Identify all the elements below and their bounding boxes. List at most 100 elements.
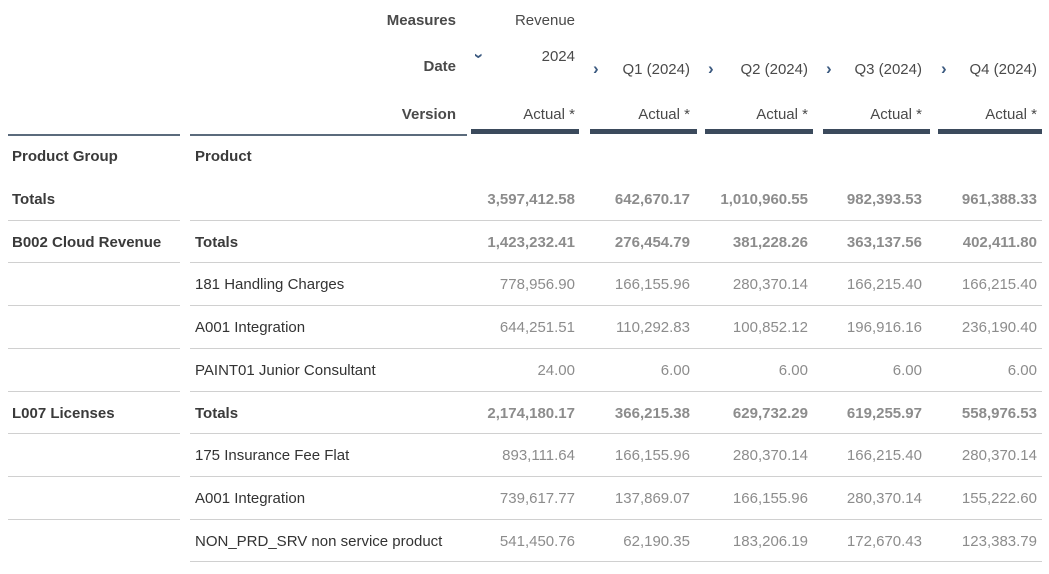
product-cell[interactable]: PAINT01 Junior Consultant	[195, 362, 376, 379]
product-group-cell[interactable]: B002 Cloud Revenue	[12, 234, 161, 251]
divider	[8, 219, 180, 221]
column-header-bar	[823, 129, 930, 134]
product-cell[interactable]: 175 Insurance Fee Flat	[195, 447, 349, 464]
product-group-cell[interactable]: Totals	[12, 191, 55, 208]
value-cell[interactable]: 166,155.96	[705, 490, 808, 507]
product-cell[interactable]: Totals	[195, 234, 238, 251]
divider	[8, 262, 180, 264]
value-cell[interactable]: 3,597,412.58	[470, 191, 575, 208]
value-cell[interactable]: 6.00	[590, 362, 690, 379]
value-cell[interactable]: 100,852.12	[705, 319, 808, 336]
value-cell[interactable]: 62,190.35	[590, 533, 690, 550]
value-cell[interactable]: 24.00	[470, 362, 575, 379]
value-cell[interactable]: 183,206.19	[705, 533, 808, 550]
product-group-header[interactable]: Product Group	[12, 148, 118, 165]
value-cell[interactable]: 280,370.14	[705, 447, 808, 464]
date-label: Date	[423, 58, 456, 75]
quarter-header[interactable]: Q2 (2024)	[722, 61, 808, 78]
quarter-header[interactable]: Q4 (2024)	[953, 61, 1037, 78]
divider	[190, 433, 1042, 435]
chevron-down-icon[interactable]: ›	[469, 53, 489, 59]
value-cell[interactable]: 366,215.38	[590, 405, 690, 422]
value-cell[interactable]: 381,228.26	[705, 234, 808, 251]
divider	[190, 219, 1042, 221]
product-cell[interactable]: 181 Handling Charges	[195, 276, 344, 293]
column-header-bar	[590, 129, 697, 134]
value-cell[interactable]: 642,670.17	[590, 191, 690, 208]
value-cell[interactable]: 166,155.96	[590, 447, 690, 464]
column-header-bar	[471, 129, 579, 134]
value-cell[interactable]: 629,732.29	[705, 405, 808, 422]
value-cell[interactable]: 644,251.51	[470, 319, 575, 336]
value-cell[interactable]: 6.00	[938, 362, 1037, 379]
version-label: Version	[401, 106, 456, 123]
value-cell[interactable]: 739,617.77	[470, 490, 575, 507]
product-cell[interactable]: NON_PRD_SRV non service product	[195, 533, 442, 550]
divider	[190, 305, 1042, 307]
value-cell[interactable]: 280,370.14	[705, 276, 808, 293]
chevron-right-icon[interactable]: ›	[593, 59, 599, 79]
value-cell[interactable]: 123,383.79	[938, 533, 1037, 550]
value-cell[interactable]: 166,155.96	[590, 276, 690, 293]
value-cell[interactable]: 893,111.64	[470, 447, 575, 464]
quarter-header[interactable]: Q1 (2024)	[605, 61, 690, 78]
value-cell[interactable]: 276,454.79	[590, 234, 690, 251]
value-cell[interactable]: 778,956.90	[470, 276, 575, 293]
divider	[8, 305, 180, 307]
divider	[190, 475, 1042, 477]
version-header[interactable]: Actual *	[823, 106, 922, 123]
divider	[190, 347, 1042, 349]
divider	[190, 518, 1042, 520]
value-cell[interactable]: 166,215.40	[938, 276, 1037, 293]
divider	[8, 347, 180, 349]
value-cell[interactable]: 961,388.33	[938, 191, 1037, 208]
divider	[190, 262, 1042, 264]
value-cell[interactable]: 1,010,960.55	[705, 191, 808, 208]
version-header[interactable]: Actual *	[590, 106, 690, 123]
value-cell[interactable]: 1,423,232.41	[470, 234, 575, 251]
value-cell[interactable]: 236,190.40	[938, 319, 1037, 336]
value-cell[interactable]: 2,174,180.17	[470, 405, 575, 422]
value-cell[interactable]: 280,370.14	[823, 490, 922, 507]
divider	[8, 475, 180, 477]
product-cell[interactable]: Totals	[195, 405, 238, 422]
value-cell[interactable]: 155,222.60	[938, 490, 1037, 507]
column-header-bar	[938, 129, 1042, 134]
year-header[interactable]: 2024	[500, 48, 575, 65]
value-cell[interactable]: 196,916.16	[823, 319, 922, 336]
value-cell[interactable]: 363,137.56	[823, 234, 922, 251]
value-cell[interactable]: 166,215.40	[823, 276, 922, 293]
quarter-header[interactable]: Q3 (2024)	[838, 61, 922, 78]
value-cell[interactable]: 619,255.97	[823, 405, 922, 422]
product-cell[interactable]: A001 Integration	[195, 319, 305, 336]
measures-value[interactable]: Revenue	[470, 12, 575, 29]
column-header-bar	[705, 129, 813, 134]
divider	[190, 134, 467, 136]
divider	[8, 433, 180, 435]
chevron-right-icon[interactable]: ›	[708, 59, 714, 79]
product-cell[interactable]: A001 Integration	[195, 490, 305, 507]
value-cell[interactable]: 541,450.76	[470, 533, 575, 550]
divider	[8, 390, 180, 392]
product-group-cell[interactable]: L007 Licenses	[12, 405, 115, 422]
chevron-right-icon[interactable]: ›	[826, 59, 832, 79]
value-cell[interactable]: 6.00	[705, 362, 808, 379]
version-header[interactable]: Actual *	[470, 106, 575, 123]
divider	[190, 561, 1042, 563]
version-header[interactable]: Actual *	[938, 106, 1037, 123]
divider	[190, 390, 1042, 392]
value-cell[interactable]: 137,869.07	[590, 490, 690, 507]
value-cell[interactable]: 982,393.53	[823, 191, 922, 208]
value-cell[interactable]: 110,292.83	[590, 319, 690, 336]
value-cell[interactable]: 280,370.14	[938, 447, 1037, 464]
product-header[interactable]: Product	[195, 148, 252, 165]
value-cell[interactable]: 558,976.53	[938, 405, 1037, 422]
version-header[interactable]: Actual *	[705, 106, 808, 123]
value-cell[interactable]: 6.00	[823, 362, 922, 379]
value-cell[interactable]: 402,411.80	[938, 234, 1037, 251]
chevron-right-icon[interactable]: ›	[941, 59, 947, 79]
divider	[8, 134, 180, 136]
value-cell[interactable]: 166,215.40	[823, 447, 922, 464]
value-cell[interactable]: 172,670.43	[823, 533, 922, 550]
pivot-table: Measures Revenue Date › 2024 › Q1 (2024)…	[0, 0, 1049, 574]
